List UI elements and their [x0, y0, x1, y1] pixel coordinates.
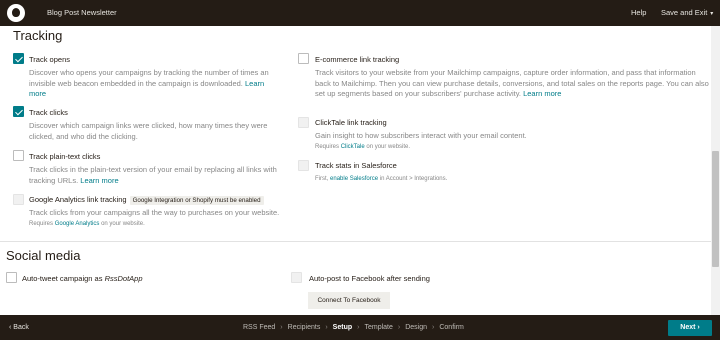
note-prefix: First,: [315, 176, 329, 182]
tracking-heading: Tracking: [13, 28, 63, 43]
step-design[interactable]: Design: [405, 324, 427, 331]
note-prefix: Requires: [315, 144, 340, 150]
track-clicks-label[interactable]: Track clicks: [29, 108, 68, 117]
track-plain-text-desc-text: Track clicks in the plain-text version o…: [29, 165, 277, 185]
google-analytics-label-text: Google Analytics link tracking: [29, 195, 127, 204]
auto-post-facebook-label: Auto-post to Facebook after sending: [309, 274, 430, 283]
track-clicks-description: Discover which campaign links were click…: [29, 121, 268, 141]
ecommerce-tracking-description: Track visitors to your website from your…: [315, 68, 710, 100]
save-and-exit-label: Save and Exit: [661, 8, 708, 17]
save-and-exit-button[interactable]: Save and Exit ▾: [661, 8, 713, 17]
clicktale-checkbox: [298, 117, 309, 128]
twitter-handle: RssDotApp: [104, 274, 143, 283]
track-opens-label[interactable]: Track opens: [29, 55, 70, 64]
ecommerce-tracking-checkbox[interactable]: [298, 53, 309, 64]
clicktale-link[interactable]: ClickTale: [341, 144, 365, 150]
step-separator-icon: ›: [325, 324, 328, 331]
campaign-steps-nav: RSS Feed › Recipients › Setup › Template › Desig…: [243, 324, 464, 331]
auto-tweet-label[interactable]: Auto-tweet campaign as RssDotApp: [22, 274, 143, 283]
track-plain-text-clicks-label[interactable]: Track plain-text clicks: [29, 152, 100, 161]
mailchimp-logo-icon[interactable]: [7, 4, 25, 22]
learn-more-link[interactable]: Learn more: [80, 176, 118, 185]
step-rss-feed[interactable]: RSS Feed: [243, 324, 275, 331]
google-analytics-label: Google Analytics link tracking Google Int…: [29, 195, 264, 205]
salesforce-label: Track stats in Salesforce: [315, 161, 397, 170]
step-confirm[interactable]: Confirm: [439, 324, 464, 331]
track-opens-desc-text: Discover who opens your campaigns by tra…: [29, 68, 269, 88]
chevron-down-icon: ▾: [710, 11, 714, 17]
next-button[interactable]: Next ›: [668, 320, 712, 336]
google-analytics-note: Requires Google Analytics on your websit…: [29, 221, 145, 227]
step-recipients[interactable]: Recipients: [288, 324, 321, 331]
note-suffix: in Account > Integrations.: [379, 176, 448, 182]
google-analytics-checkbox: [13, 194, 24, 205]
top-bar: Blog Post Newsletter Help Save and Exit ▾: [0, 0, 720, 26]
clicktale-description: Gain insight to how subscribers interact…: [315, 131, 527, 140]
clicktale-label: ClickTale link tracking: [315, 118, 387, 127]
google-analytics-description: Track clicks from your campaigns all the…: [29, 208, 280, 217]
salesforce-note: First, enable Salesforce in Account > In…: [315, 176, 447, 182]
auto-post-facebook-checkbox: [291, 272, 302, 283]
learn-more-link[interactable]: Learn more: [523, 89, 561, 98]
help-link[interactable]: Help: [631, 8, 646, 17]
connect-to-facebook-button[interactable]: Connect To Facebook: [308, 292, 390, 309]
track-plain-text-clicks-checkbox[interactable]: [13, 150, 24, 161]
track-plain-text-clicks-description: Track clicks in the plain-text version o…: [29, 165, 281, 186]
clicktale-note: Requires ClickTale on your website.: [315, 144, 410, 150]
step-separator-icon: ›: [432, 324, 435, 331]
step-separator-icon: ›: [280, 324, 283, 331]
back-button[interactable]: ‹ Back: [9, 324, 29, 331]
google-analytics-link[interactable]: Google Analytics: [55, 221, 100, 227]
integration-required-badge: Google Integration or Shopify must be en…: [129, 196, 264, 205]
step-separator-icon: ›: [357, 324, 360, 331]
salesforce-checkbox: [298, 160, 309, 171]
track-clicks-checkbox[interactable]: [13, 106, 24, 117]
step-setup[interactable]: Setup: [333, 324, 352, 331]
social-media-heading: Social media: [6, 248, 81, 263]
section-divider: [0, 241, 711, 242]
auto-tweet-checkbox[interactable]: [6, 272, 17, 283]
track-opens-checkbox[interactable]: [13, 53, 24, 64]
note-suffix: on your website.: [366, 144, 411, 150]
note-prefix: Requires: [29, 221, 54, 227]
auto-tweet-prefix: Auto-tweet campaign as: [22, 274, 103, 283]
ecommerce-desc-text: Track visitors to your website from your…: [315, 68, 709, 98]
footer-bar: ‹ Back RSS Feed › Recipients › Setup › Templat…: [0, 315, 720, 340]
step-separator-icon: ›: [397, 324, 401, 331]
ecommerce-tracking-label[interactable]: E-commerce link tracking: [315, 55, 399, 64]
enable-salesforce-link[interactable]: enable Salesforce: [330, 176, 378, 182]
note-suffix: on your website.: [101, 221, 145, 227]
track-opens-description: Discover who opens your campaigns by tra…: [29, 68, 281, 100]
campaign-title: Blog Post Newsletter: [47, 8, 117, 17]
step-template[interactable]: Template: [364, 324, 392, 331]
scrollbar-thumb[interactable]: [712, 151, 719, 267]
